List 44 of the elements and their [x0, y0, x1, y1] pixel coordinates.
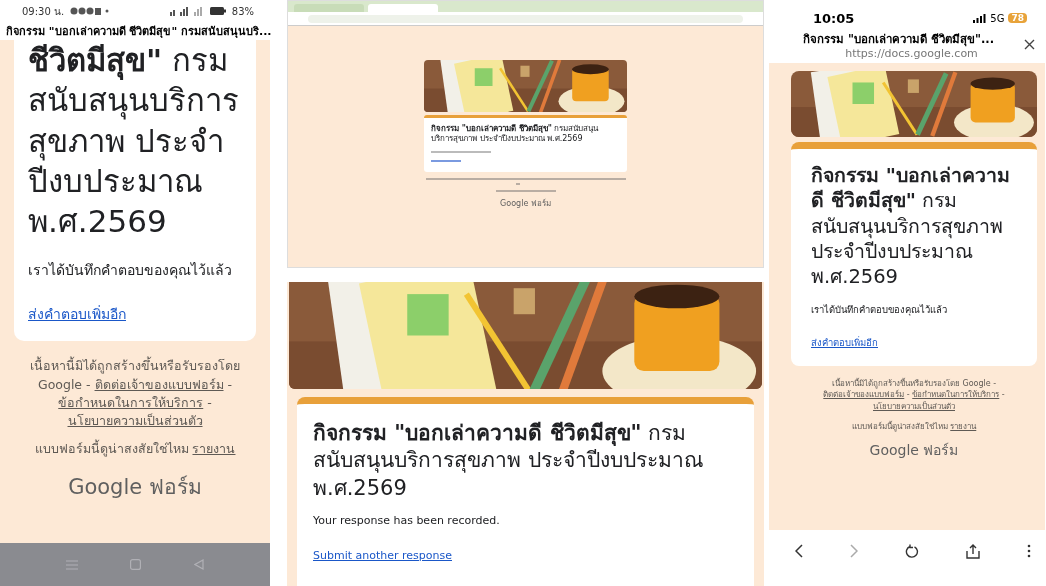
- battery-level: 78: [1008, 13, 1027, 23]
- share-icon[interactable]: [966, 543, 980, 559]
- confirmation-message: เราได้บันทึกคำตอบของคุณไว้แล้ว: [28, 261, 233, 281]
- form-title: กิจกรรม "บอกเล่าความดี ชีวิตมีสุข" กรมสนับสนุนบริการสุขภาพ ประจำปีงบประมาณ พ.ศ.2569: [811, 163, 1011, 290]
- footer-link[interactable]: นโยบายความเป็นส่วนตัว: [873, 401, 955, 411]
- form-title: กิจกรรม "บอกเล่าความดี ชีวิตมีสุข" กรมสนับสนุนบริการสุขภาพ ประจำปีงบประมาณ พ.ศ.2569: [431, 124, 600, 145]
- footer-link[interactable]: ข้อกำหนดในการให้บริการ: [912, 390, 1000, 400]
- report-text: แบบฟอร์มนี้ดูน่าสงสัยใช่ไหม รายงาน: [33, 440, 237, 459]
- disclaimer-text: เนื้อหานี้มิได้ถูกสร้างขึ้นหรือรับรองโดย Google - ติดต่อเจ้าของแบบฟอร์ม - ข้อกำหนดในการให้บริการ - นโยบายความเป็นส่วนตัว: [822, 377, 1006, 413]
- more-icon[interactable]: [1027, 544, 1031, 558]
- confirmation-message: เราได้บันทึกคำตอบของคุณไว้แล้ว: [811, 302, 948, 317]
- submit-another-link[interactable]: Submit another response: [313, 548, 452, 562]
- reload-icon[interactable]: [905, 544, 919, 558]
- form-title: ชีวิตมีสุข" กรมสนับสนุนบริการสุขภาพ ประจำปีงบประมาณ พ.ศ.2569: [28, 41, 240, 242]
- home-icon[interactable]: [130, 559, 142, 570]
- submit-another-link[interactable]: ส่งคำตอบเพิ่มอีก: [28, 303, 126, 326]
- confirmation-message: Your response has been recorded.: [313, 513, 501, 527]
- footer-link[interactable]: ติดต่อเจ้าของแบบฟอร์ม: [94, 376, 224, 392]
- signal-icon: [973, 13, 987, 23]
- footer-link[interactable]: ติดต่อเจ้าของแบบฟอร์ม: [823, 390, 905, 400]
- footer-link[interactable]: รายงาน: [192, 441, 236, 456]
- battery-percent: 83%: [231, 5, 254, 17]
- status-time: 09:30 น.: [22, 4, 65, 19]
- footer-link[interactable]: ข้อกำหนดในการให้บริการ: [58, 394, 204, 410]
- disclaimer-text: เนื้อหานี้มิได้ถูกสร้างขึ้นหรือรับรองโดย Google - ติดต่อเจ้าของแบบฟอร์ม - ข้อกำหนดในการให้บริการ - นโยบายความเป็นส่วนตัว: [29, 357, 241, 430]
- notification-icons: [70, 7, 111, 15]
- form-title: กิจกรรม "บอกเล่าความดี ชีวิตมีสุข" กรมสนับสนุนบริการสุขภาพ ประจำปีงบประมาณ พ.ศ.2569: [313, 420, 704, 502]
- network-type: 5G: [990, 12, 1005, 24]
- google-forms-logo: Google ฟอร์ม: [67, 474, 203, 502]
- page-title: กิจกรรม "บอกเล่าความดี ชีวิตมีสุข"...: [803, 31, 996, 48]
- back-icon[interactable]: [795, 544, 803, 558]
- forward-icon[interactable]: [850, 544, 858, 558]
- close-icon[interactable]: [1024, 39, 1035, 50]
- battery-icon: [209, 7, 226, 15]
- google-forms-logo: Google ฟอร์ม: [868, 441, 960, 461]
- signal-icon: [169, 6, 204, 16]
- footer-link[interactable]: นโยบายความเป็นส่วนตัว: [67, 412, 203, 428]
- page-url: https://docs.google.com: [844, 48, 979, 59]
- google-forms-logo: Google ฟอร์ม: [499, 197, 552, 210]
- status-time: 10:05: [813, 10, 855, 26]
- report-text: แบบฟอร์มนี้ดูน่าสงสัยใช่ไหม รายงาน: [850, 420, 978, 433]
- footer-link[interactable]: รายงาน: [950, 421, 977, 431]
- page-title: กิจกรรม "บอกเล่าความดี ชีวิตมีสุข" กรมสนับสนุนบริ...: [0, 22, 270, 40]
- submit-another-link[interactable]: ส่งคำตอบเพิ่มอีก: [811, 334, 878, 350]
